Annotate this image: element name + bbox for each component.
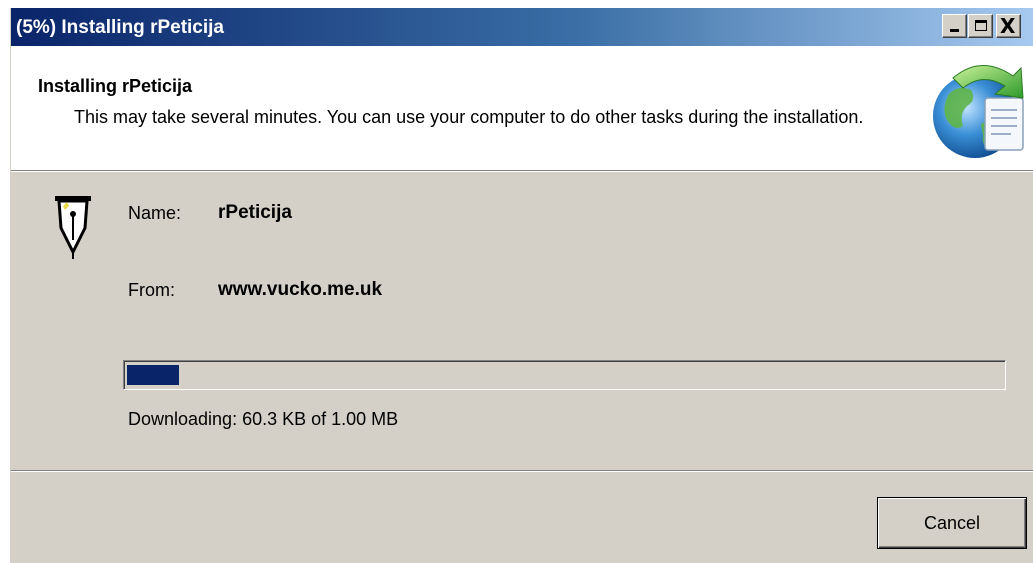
- name-label: Name:: [128, 203, 182, 223]
- download-progress-bar: [123, 360, 1006, 390]
- progress-fill: [127, 365, 179, 385]
- header-panel: Installing rPeticija This may take sever…: [11, 46, 1033, 171]
- name-value: rPeticija: [218, 202, 292, 223]
- cancel-button[interactable]: Cancel: [877, 497, 1027, 549]
- from-label: From:: [128, 280, 175, 300]
- globe-install-icon: [933, 65, 1024, 158]
- install-dialog-window: (5%) Installing rPeticija X Installing r…: [10, 8, 1033, 563]
- close-button[interactable]: X: [996, 14, 1021, 38]
- maximize-icon: [975, 20, 987, 31]
- button-separator: [11, 470, 1033, 472]
- title-bar[interactable]: (5%) Installing rPeticija X: [11, 8, 1033, 46]
- window-title: (5%) Installing rPeticija: [16, 17, 224, 38]
- minimize-button[interactable]: [942, 14, 967, 38]
- maximize-button[interactable]: [968, 14, 993, 38]
- header-description: This may take several minutes. You can u…: [74, 107, 864, 127]
- minimize-icon: [950, 29, 959, 32]
- from-value: www.vucko.me.uk: [218, 279, 383, 300]
- download-status: Downloading: 60.3 KB of 1.00 MB: [128, 409, 399, 429]
- pen-nib-icon: [55, 196, 91, 259]
- close-icon: X: [1000, 14, 1016, 38]
- header-title: Installing rPeticija: [38, 76, 193, 96]
